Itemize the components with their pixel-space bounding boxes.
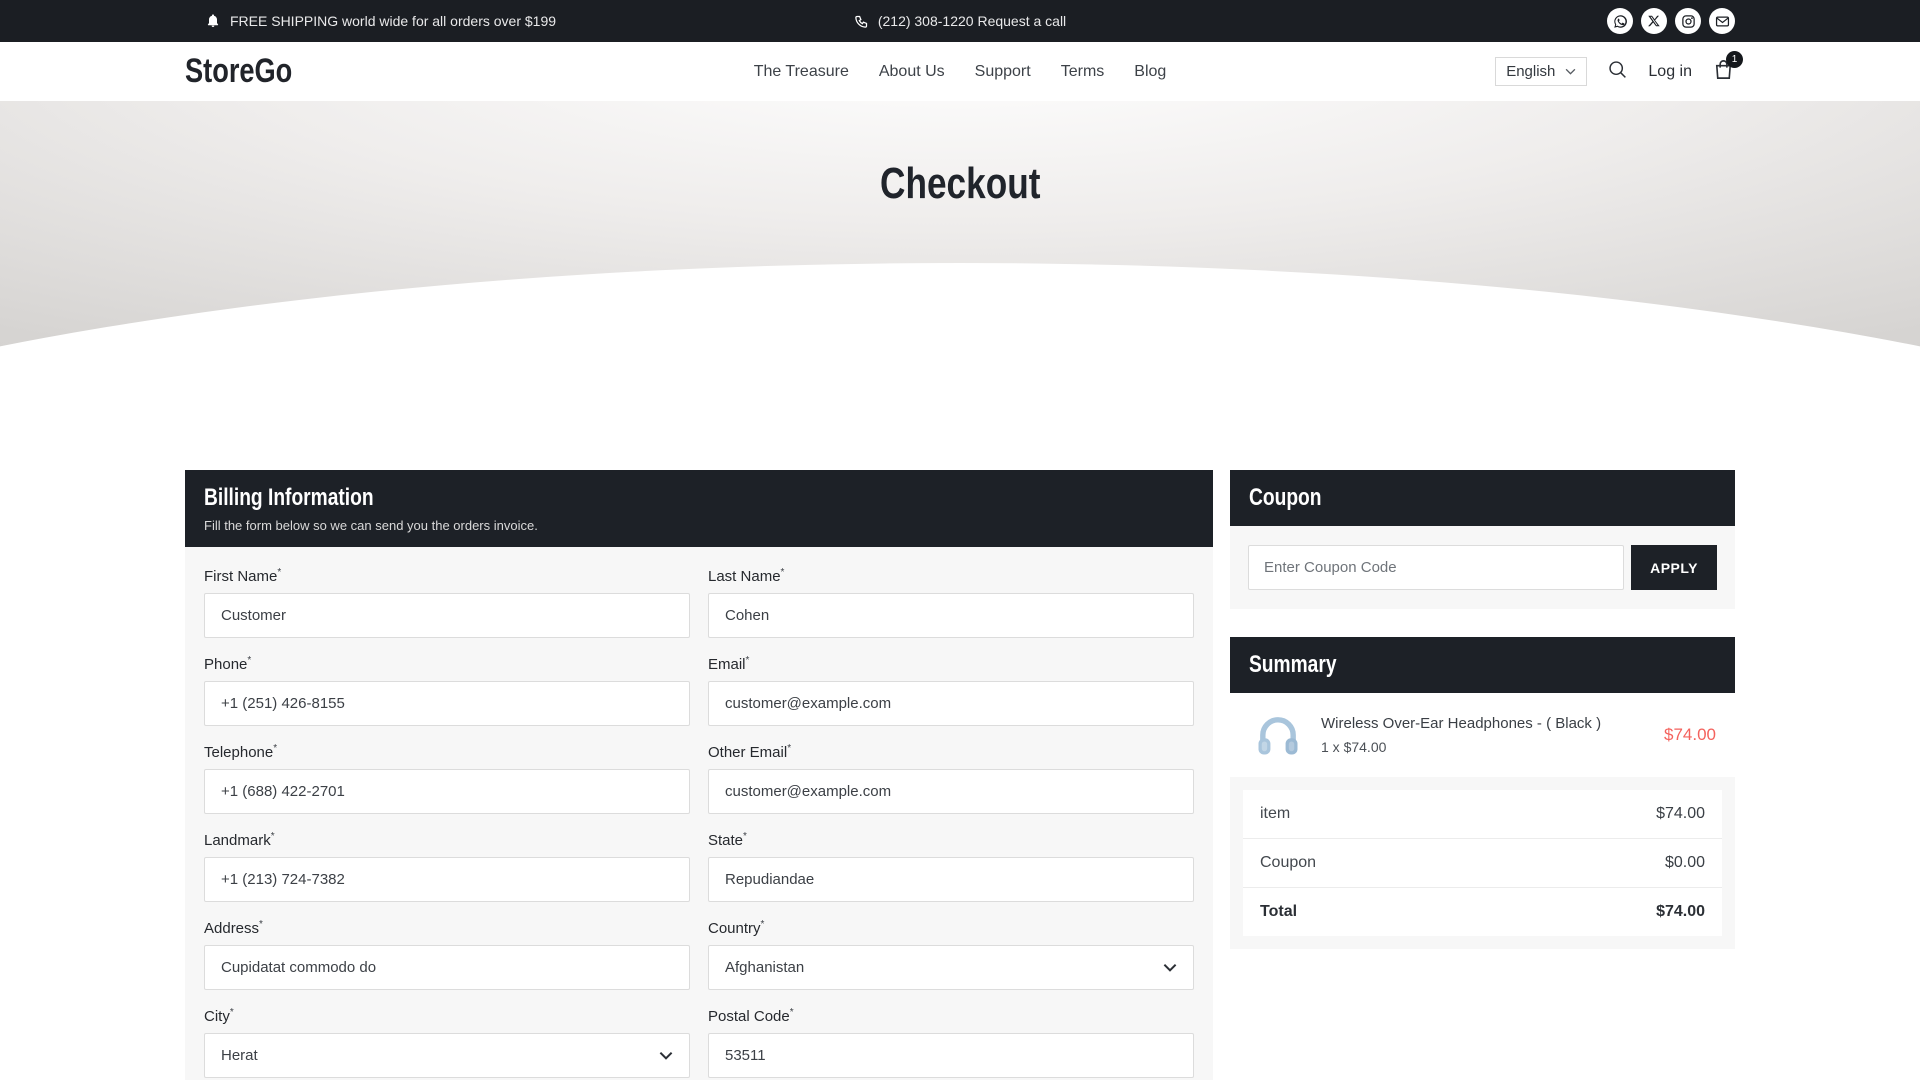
- coupon-title: Coupon: [1249, 484, 1322, 512]
- summary-title: Summary: [1249, 651, 1337, 679]
- country-select[interactable]: Afghanistan: [708, 945, 1194, 990]
- language-value: English: [1506, 63, 1555, 80]
- landmark-input[interactable]: [204, 857, 690, 902]
- totals-row-total: Total $74.00: [1243, 888, 1722, 936]
- totals-value: $74.00: [1656, 805, 1705, 823]
- address-input[interactable]: [204, 945, 690, 990]
- hero-banner: Checkout: [0, 101, 1920, 467]
- request-call-link[interactable]: (212) 308-1220 Request a call: [854, 13, 1066, 29]
- hero-curve: [0, 263, 1920, 467]
- billing-information-card: Billing Information Fill the form below …: [185, 470, 1213, 1080]
- language-select[interactable]: English: [1495, 57, 1587, 86]
- field-first-name: First Name*: [204, 567, 690, 638]
- postal-code-input[interactable]: [708, 1033, 1194, 1078]
- shipping-notice-text: FREE SHIPPING world wide for all orders …: [230, 13, 556, 29]
- product-name: Wireless Over-Ear Headphones - ( Black ): [1321, 715, 1650, 732]
- city-select[interactable]: Herat: [204, 1033, 690, 1078]
- field-postal-code: Postal Code*: [708, 1007, 1194, 1078]
- bell-icon: [205, 13, 221, 29]
- totals-row-item: item $74.00: [1243, 790, 1722, 839]
- product-price: $74.00: [1664, 725, 1716, 745]
- summary-totals-table: item $74.00 Coupon $0.00 Total $74.00: [1243, 790, 1722, 936]
- main-nav: The Treasure About Us Support Terms Blog: [754, 63, 1167, 81]
- instagram-icon[interactable]: [1675, 8, 1701, 34]
- nav-item-about-us[interactable]: About Us: [879, 63, 945, 81]
- phone-text: (212) 308-1220 Request a call: [878, 13, 1066, 29]
- field-other-email: Other Email*: [708, 743, 1194, 814]
- nav-item-terms[interactable]: Terms: [1061, 63, 1105, 81]
- apply-coupon-button[interactable]: APPLY: [1631, 545, 1717, 590]
- field-email: Email*: [708, 655, 1194, 726]
- headphones-image: [1249, 706, 1307, 764]
- nav-item-the-treasure[interactable]: The Treasure: [754, 63, 849, 81]
- field-state: State*: [708, 831, 1194, 902]
- billing-header: Billing Information Fill the form below …: [185, 470, 1213, 547]
- totals-row-coupon: Coupon $0.00: [1243, 839, 1722, 888]
- totals-value: $74.00: [1656, 903, 1705, 921]
- cart-count-badge: 1: [1726, 51, 1743, 68]
- other-email-input[interactable]: [708, 769, 1194, 814]
- nav-item-blog[interactable]: Blog: [1134, 63, 1166, 81]
- logo-text: StoreGo: [185, 52, 292, 91]
- coupon-code-input[interactable]: [1248, 545, 1624, 590]
- field-phone: Phone*: [204, 655, 690, 726]
- field-landmark: Landmark*: [204, 831, 690, 902]
- whatsapp-icon[interactable]: [1607, 8, 1633, 34]
- field-address: Address*: [204, 919, 690, 990]
- x-icon[interactable]: [1641, 8, 1667, 34]
- summary-product-row: Wireless Over-Ear Headphones - ( Black )…: [1230, 693, 1735, 777]
- search-icon[interactable]: [1607, 59, 1628, 85]
- mail-icon[interactable]: [1709, 8, 1735, 34]
- last-name-input[interactable]: [708, 593, 1194, 638]
- totals-label: item: [1260, 805, 1290, 823]
- coupon-card: Coupon APPLY: [1230, 470, 1735, 609]
- summary-card: Summary Wireless Over-Ear Headphones: [1230, 637, 1735, 949]
- totals-value: $0.00: [1665, 854, 1705, 872]
- logo[interactable]: StoreGo: [185, 52, 319, 91]
- nav-item-support[interactable]: Support: [975, 63, 1031, 81]
- field-telephone: Telephone*: [204, 743, 690, 814]
- telephone-input[interactable]: [204, 769, 690, 814]
- billing-title: Billing Information: [204, 484, 374, 512]
- shipping-notice: FREE SHIPPING world wide for all orders …: [205, 13, 556, 29]
- chevron-down-icon: [1565, 68, 1576, 75]
- first-name-input[interactable]: [204, 593, 690, 638]
- state-input[interactable]: [708, 857, 1194, 902]
- chevron-down-icon: [1163, 963, 1177, 972]
- cart-button[interactable]: 1: [1712, 58, 1735, 86]
- totals-label: Total: [1260, 903, 1297, 921]
- coupon-header: Coupon: [1230, 470, 1735, 526]
- chevron-down-icon: [659, 1051, 673, 1060]
- summary-header: Summary: [1230, 637, 1735, 693]
- email-input[interactable]: [708, 681, 1194, 726]
- billing-subtitle: Fill the form below so we can send you t…: [204, 518, 1194, 533]
- field-last-name: Last Name*: [708, 567, 1194, 638]
- phone-icon: [854, 14, 869, 29]
- site-header: StoreGo The Treasure About Us Support Te…: [0, 42, 1920, 101]
- login-link[interactable]: Log in: [1648, 63, 1692, 81]
- product-qty-line: 1 x $74.00: [1321, 739, 1650, 755]
- field-city: City* Herat: [204, 1007, 690, 1078]
- phone-input[interactable]: [204, 681, 690, 726]
- announcement-bar: FREE SHIPPING world wide for all orders …: [0, 0, 1920, 42]
- page-title: Checkout: [0, 159, 1920, 209]
- field-country: Country* Afghanistan: [708, 919, 1194, 990]
- totals-label: Coupon: [1260, 854, 1316, 872]
- social-links: [1607, 8, 1735, 34]
